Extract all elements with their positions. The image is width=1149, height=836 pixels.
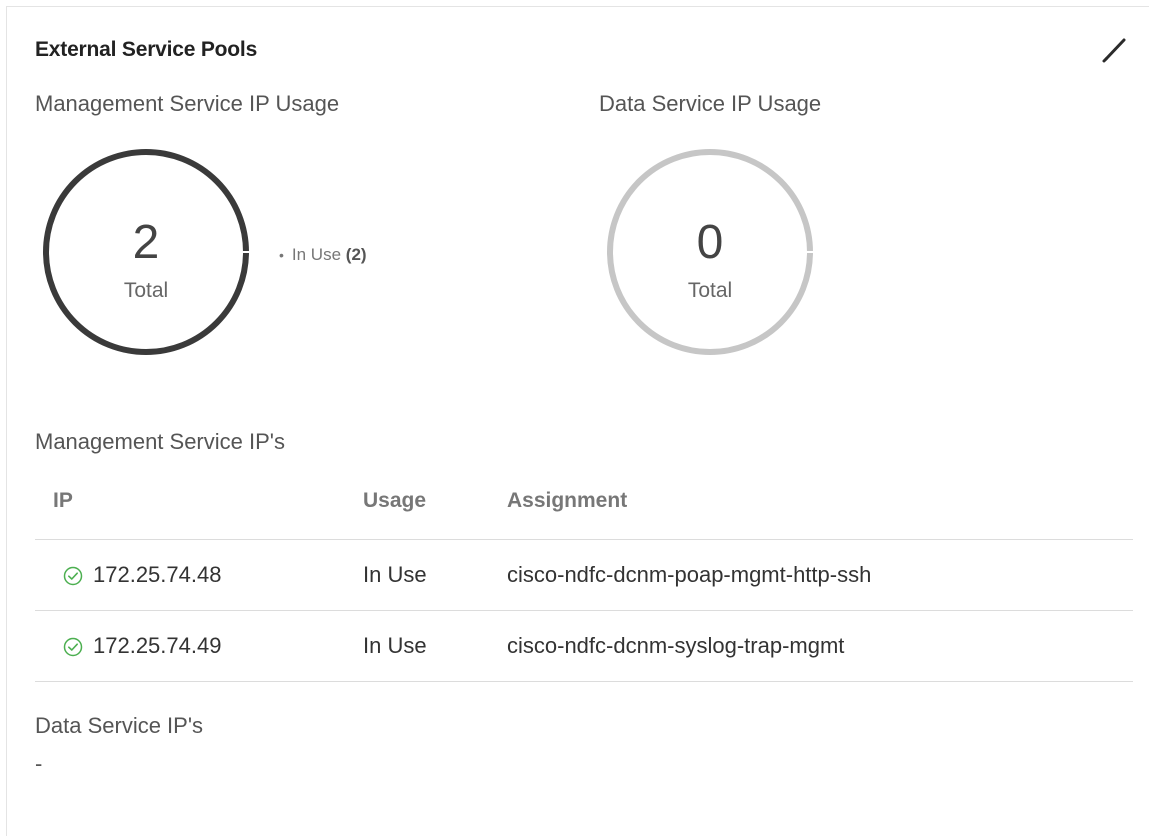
legend-count: (2) (345, 245, 367, 264)
management-total-value: 2 (132, 216, 160, 269)
table-header: IP Usage Assignment (35, 469, 1133, 540)
management-ips-label: Management Service IP's (35, 429, 285, 454)
assignment-cell: cisco-ndfc-dcnm-syslog-trap-mgmt (507, 633, 845, 658)
data-ips-label: Data Service IP's (35, 713, 204, 738)
legend-label: In Use (291, 245, 342, 264)
external-service-pools-card: External Service Pools Management Servic… (6, 6, 1149, 836)
assignment-cell: cisco-ndfc-dcnm-poap-mgmt-http-ssh (507, 562, 872, 587)
usage-cell: In Use (363, 633, 427, 658)
management-usage-label: Management Service IP Usage (35, 91, 340, 116)
pencil-icon[interactable] (1100, 34, 1130, 64)
table-row[interactable]: 172.25.74.49 In Use cisco-ndfc-dcnm-sysl… (35, 611, 1133, 682)
data-total-caption: Total (687, 279, 733, 302)
management-usage-donut: 2 Total (41, 147, 251, 357)
data-usage-donut: 0 Total (605, 147, 815, 357)
legend-dot-icon: • (279, 247, 284, 263)
data-ips-empty-value: - (35, 751, 43, 776)
data-total-value: 0 (696, 216, 724, 269)
column-header-assignment[interactable]: Assignment (507, 489, 627, 513)
management-ips-table: IP Usage Assignment 172.25.74.48 In Use … (35, 469, 1133, 682)
ip-cell: 172.25.74.48 (93, 562, 222, 587)
data-usage-label: Data Service IP Usage (599, 91, 822, 116)
check-circle-icon (63, 637, 83, 657)
table-row[interactable]: 172.25.74.48 In Use cisco-ndfc-dcnm-poap… (35, 540, 1133, 611)
management-legend: • In Use (2) (279, 245, 367, 265)
column-header-ip[interactable]: IP (53, 489, 73, 513)
card-title: External Service Pools (35, 38, 258, 61)
ip-cell: 172.25.74.49 (93, 633, 222, 658)
column-header-usage[interactable]: Usage (363, 489, 426, 513)
management-total-caption: Total (123, 279, 169, 302)
check-circle-icon (63, 566, 83, 586)
usage-cell: In Use (363, 562, 427, 587)
